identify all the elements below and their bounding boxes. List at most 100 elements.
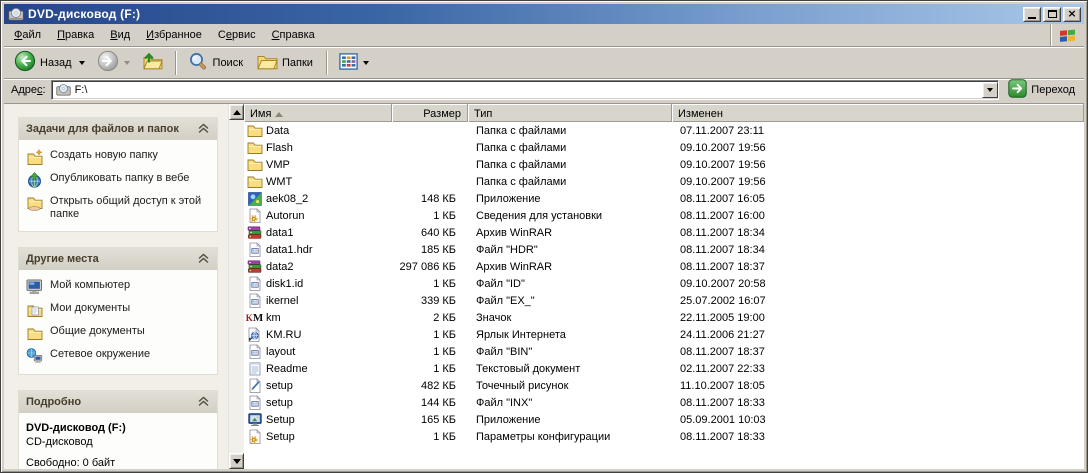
table-row[interactable]: disk1.id 1 КБ Файл "ID" 09.10.2007 20:58: [244, 275, 1084, 292]
file-name-cell[interactable]: data1: [244, 225, 392, 241]
column-header[interactable]: Размер: [392, 104, 468, 122]
back-button[interactable]: Назад: [9, 49, 90, 77]
search-button[interactable]: Поиск: [183, 49, 250, 77]
go-icon: [1008, 79, 1027, 101]
task-item[interactable]: Сетевое окружение: [26, 348, 211, 364]
task-item-label: Сетевое окружение: [50, 348, 151, 360]
chevron-up-icon[interactable]: [197, 123, 210, 136]
panel-header[interactable]: Подробно: [19, 391, 217, 413]
task-item[interactable]: Общие документы: [26, 325, 211, 341]
file-name-cell[interactable]: layout: [244, 344, 392, 360]
table-row[interactable]: K Mkm 2 КБ Значок 22.11.2005 19:00: [244, 309, 1084, 326]
file-name-cell[interactable]: ikernel: [244, 293, 392, 309]
scroll-up-button[interactable]: [229, 104, 244, 120]
chevron-up-icon[interactable]: [197, 396, 210, 409]
table-row[interactable]: setup 482 КБ Точечный рисунок 11.10.2007 18…: [244, 377, 1084, 394]
table-row[interactable]: VMP Папка с файлами 09.10.2007 19:56: [244, 156, 1084, 173]
table-row[interactable]: Readme 1 КБ Текстовый документ 02.11.2007 2…: [244, 360, 1084, 377]
file-name: data1: [266, 226, 294, 239]
task-item[interactable]: Мой компьютер: [26, 279, 211, 295]
go-button[interactable]: Переход: [1004, 78, 1079, 102]
file-name-cell[interactable]: Setup: [244, 429, 392, 445]
drive-icon: [55, 82, 72, 98]
column-header-label: Размер: [423, 108, 461, 120]
file-name-cell[interactable]: Data: [244, 123, 392, 139]
table-row[interactable]: Data Папка с файлами 07.11.2007 23:11: [244, 122, 1084, 139]
table-row[interactable]: aek08_2 148 КБ Приложение 08.11.2007 16:05: [244, 190, 1084, 207]
panel-header[interactable]: Другие места: [19, 248, 217, 270]
file-name-cell[interactable]: K Mkm: [244, 310, 392, 326]
file-name-cell[interactable]: setup: [244, 378, 392, 394]
address-value[interactable]: F:\: [72, 84, 983, 96]
menu-item[interactable]: Файл: [6, 26, 49, 44]
table-row[interactable]: Autorun 1 КБ Сведения для установки 08.11.2…: [244, 207, 1084, 224]
windows-logo-icon: [1050, 24, 1084, 46]
menu-item[interactable]: Вид: [102, 26, 138, 44]
file-name-cell[interactable]: setup: [244, 395, 392, 411]
table-row[interactable]: Setup 1 КБ Параметры конфигурации 08.11.200…: [244, 428, 1084, 445]
up-button[interactable]: [137, 49, 169, 77]
file-modified: 09.10.2007 19:56: [680, 175, 766, 188]
task-item[interactable]: Опубликовать папку в вебе: [26, 172, 211, 188]
menu-item[interactable]: Сервис: [210, 26, 264, 44]
close-button[interactable]: ×: [1063, 6, 1081, 22]
folder-icon: [246, 140, 263, 156]
file-name: Setup: [266, 413, 295, 426]
address-dropdown-button[interactable]: [982, 82, 999, 98]
table-row[interactable]: Setup 165 КБ Приложение 05.09.2001 10:03: [244, 411, 1084, 428]
file-name-cell[interactable]: data1.hdr: [244, 242, 392, 258]
folder-icon: [246, 174, 263, 190]
table-row[interactable]: Flash Папка с файлами 09.10.2007 19:56: [244, 139, 1084, 156]
task-item[interactable]: Мои документы: [26, 302, 211, 318]
file-name-cell[interactable]: VMP: [244, 157, 392, 173]
column-header[interactable]: Тип: [468, 104, 672, 122]
scroll-down-button[interactable]: [229, 453, 244, 469]
chevron-up-icon[interactable]: [197, 253, 210, 266]
back-dropdown-icon: [78, 60, 85, 65]
file-modified: 08.11.2007 18:37: [680, 260, 765, 273]
menu-item[interactable]: Правка: [49, 26, 102, 44]
sidebar-scrollbar[interactable]: [228, 104, 244, 469]
file-size: 185 КБ: [420, 243, 456, 256]
file-modified: 08.11.2007 18:33: [680, 396, 765, 409]
menu-item[interactable]: Справка: [264, 26, 323, 44]
file-name-cell[interactable]: Flash: [244, 140, 392, 156]
file-name-cell[interactable]: Autorun: [244, 208, 392, 224]
file-name-cell[interactable]: data2: [244, 259, 392, 275]
panel-header[interactable]: Задачи для файлов и папок: [19, 118, 217, 140]
table-row[interactable]: setup 144 КБ Файл "INX" 08.11.2007 18:33: [244, 394, 1084, 411]
task-item-label: Открыть общий доступ к этой папке: [50, 195, 202, 220]
table-row[interactable]: data1 640 КБ Архив WinRAR 08.11.2007 18:34: [244, 224, 1084, 241]
scrollbar-track[interactable]: [229, 120, 244, 453]
column-header[interactable]: Имя: [244, 104, 392, 122]
maximize-button[interactable]: [1043, 6, 1061, 22]
table-row[interactable]: layout 1 КБ Файл "BIN" 08.11.2007 18:37: [244, 343, 1084, 360]
file-modified: 09.10.2007 19:56: [680, 158, 766, 171]
file-name-cell[interactable]: Setup: [244, 412, 392, 428]
table-row[interactable]: ikernel 339 КБ Файл "EX_" 25.07.2002 16:07: [244, 292, 1084, 309]
file-name-cell[interactable]: WMT: [244, 174, 392, 190]
sidebar: Задачи для файлов и папок Создать новую п…: [4, 104, 228, 469]
file-type: Текстовый документ: [476, 362, 581, 375]
task-item[interactable]: Открыть общий доступ к этой папке: [26, 195, 211, 221]
minimize-button[interactable]: [1023, 6, 1041, 22]
table-row[interactable]: KM.RU 1 КБ Ярлык Интернета 24.11.2006 21:27: [244, 326, 1084, 343]
folders-button[interactable]: Папки: [252, 49, 320, 77]
task-item[interactable]: Создать новую папку: [26, 149, 211, 165]
file-name-cell[interactable]: Readme: [244, 361, 392, 377]
column-header[interactable]: Изменен: [672, 104, 1084, 122]
address-field[interactable]: F:\: [50, 80, 1000, 100]
table-row[interactable]: WMT Папка с файлами 09.10.2007 19:56: [244, 173, 1084, 190]
forward-button[interactable]: [92, 49, 135, 77]
file-name: setup: [266, 396, 293, 409]
file-modified: 08.11.2007 18:34: [680, 226, 765, 239]
menu-item[interactable]: Избранное: [138, 26, 210, 44]
file-name-cell[interactable]: KM.RU: [244, 327, 392, 343]
table-row[interactable]: data1.hdr 185 КБ Файл "HDR" 08.11.2007 18:3…: [244, 241, 1084, 258]
title-bar[interactable]: DVD-дисковод (F:) ×: [4, 4, 1084, 24]
table-row[interactable]: data2 297 086 КБ Архив WinRAR 08.11.2007 18…: [244, 258, 1084, 275]
file-name-cell[interactable]: aek08_2: [244, 191, 392, 207]
file-name-cell[interactable]: disk1.id: [244, 276, 392, 292]
views-button[interactable]: [334, 49, 374, 77]
task-item-label: Опубликовать папку в вебе: [50, 172, 190, 184]
